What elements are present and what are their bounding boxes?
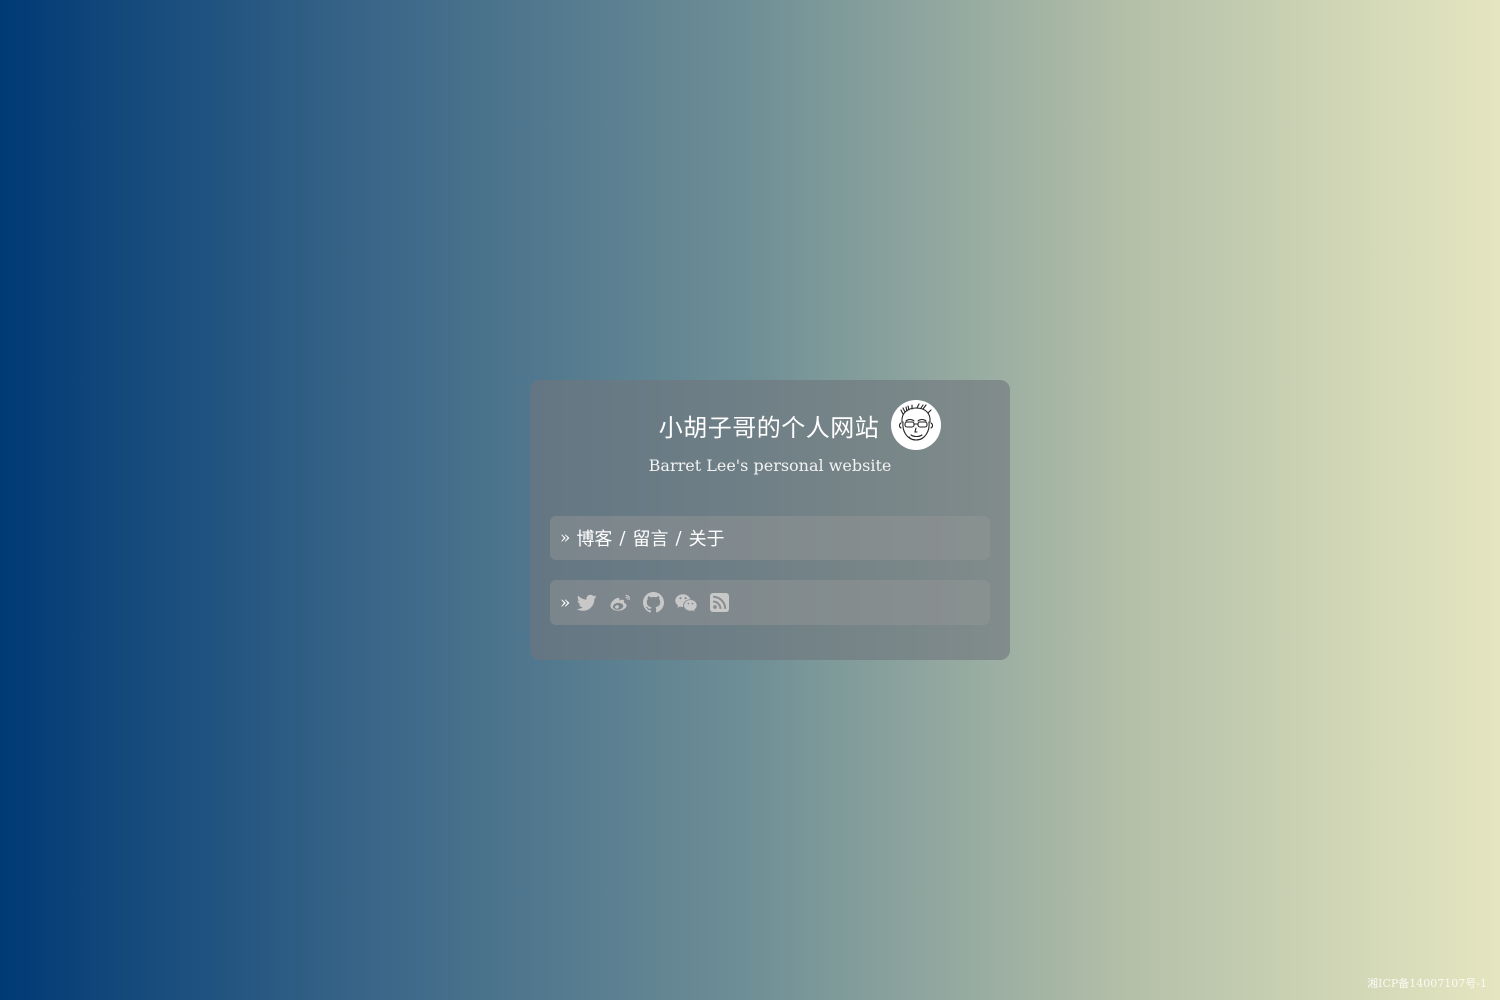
social-icons bbox=[576, 592, 730, 614]
wechat-icon[interactable] bbox=[675, 592, 698, 614]
avatar-portrait-icon bbox=[899, 403, 934, 441]
nav-bar: » 博客 / 留言 / 关于 bbox=[550, 516, 990, 560]
site-title: 小胡子哥的个人网站 bbox=[658, 413, 880, 442]
nav-link-guestbook[interactable]: 留言 bbox=[632, 525, 668, 551]
nav-link-about[interactable]: 关于 bbox=[689, 525, 725, 551]
twitter-icon[interactable] bbox=[576, 592, 598, 614]
rss-icon[interactable] bbox=[708, 592, 730, 614]
icp-license[interactable]: 湘ICP备14007107号-1 bbox=[1367, 975, 1487, 991]
site-subtitle: Barret Lee's personal website bbox=[648, 456, 892, 475]
avatar bbox=[891, 400, 942, 450]
github-icon[interactable] bbox=[642, 592, 664, 614]
nav-link-blog[interactable]: 博客 bbox=[576, 525, 612, 551]
header: 小胡子哥的个人网站 bbox=[530, 399, 1010, 451]
social-bar: » bbox=[550, 580, 990, 625]
site-card: 小胡子哥的个人网站 Barret Lee's personal website … bbox=[530, 380, 1010, 660]
social-prefix: » bbox=[560, 592, 571, 613]
weibo-icon[interactable] bbox=[609, 592, 631, 614]
nav-prefix: » bbox=[560, 528, 571, 548]
nav-separator: / bbox=[675, 527, 682, 549]
nav-separator: / bbox=[619, 527, 626, 549]
